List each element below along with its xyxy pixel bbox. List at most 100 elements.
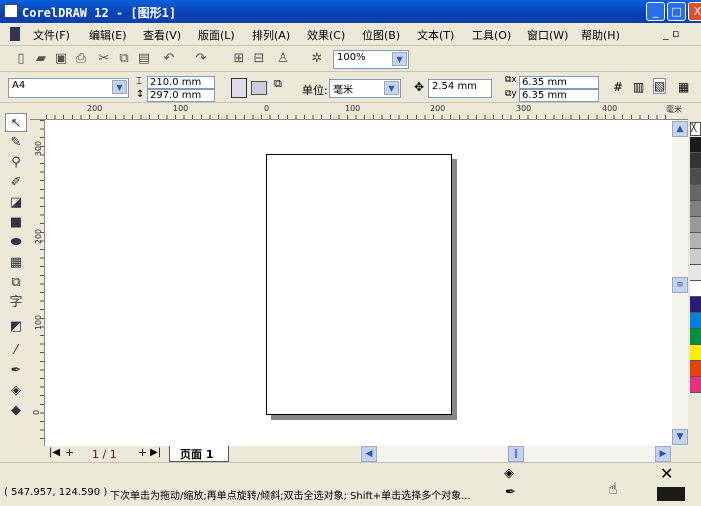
maximize-button[interactable]: □ bbox=[667, 2, 686, 21]
color-swatch[interactable] bbox=[690, 265, 701, 281]
duplicate-x-icon: ⧉x bbox=[505, 75, 517, 85]
fill-indicator-icon: ◈ bbox=[504, 466, 514, 481]
outline-tool-icon[interactable]: ✒ bbox=[5, 361, 27, 380]
menu-bitmaps[interactable]: 位图(B) bbox=[362, 27, 400, 43]
save-icon[interactable]: ▣ bbox=[52, 50, 70, 68]
portrait-button[interactable] bbox=[231, 78, 247, 98]
horizontal-scrollbar[interactable]: ◀ ‖ ▶ bbox=[360, 446, 672, 462]
rectangle-tool-icon[interactable]: ■ bbox=[5, 213, 27, 232]
menu-view[interactable]: 查看(V) bbox=[143, 27, 181, 43]
color-swatch[interactable] bbox=[690, 297, 701, 313]
fill-tool-icon[interactable]: ◈ bbox=[5, 381, 27, 400]
ellipse-tool-icon[interactable]: ⬬ bbox=[5, 233, 27, 252]
doc-minimize-icon[interactable]: _ ▫ bbox=[663, 27, 679, 40]
units-select[interactable]: 毫米 ▼ bbox=[329, 79, 401, 98]
vertical-ruler[interactable]: 300 200 100 0 bbox=[30, 120, 45, 446]
snap-grid-icon[interactable]: # bbox=[613, 80, 623, 94]
copy-icon[interactable]: ⧉ bbox=[115, 50, 133, 68]
scroll-left-button[interactable]: ◀ bbox=[361, 446, 377, 462]
horizontal-scroll-thumb[interactable]: ‖ bbox=[508, 446, 524, 462]
paper-type-select[interactable]: A4 ▼ bbox=[8, 78, 129, 98]
scroll-right-button[interactable]: ▶ bbox=[655, 446, 671, 462]
zoom-tool-icon[interactable]: ⚲ bbox=[5, 153, 27, 172]
menu-file[interactable]: 文件(F) bbox=[33, 27, 70, 43]
page-width-input[interactable]: 210.0 mm bbox=[147, 76, 215, 89]
landscape-button[interactable] bbox=[251, 81, 267, 95]
scroll-down-button[interactable]: ▼ bbox=[672, 429, 688, 445]
undo-icon[interactable]: ↶ bbox=[160, 50, 178, 68]
duplicate-x-input[interactable]: 6.35 mm bbox=[519, 76, 599, 89]
color-swatch[interactable] bbox=[690, 345, 701, 361]
color-swatch[interactable] bbox=[690, 329, 701, 345]
menu-help[interactable]: 帮助(H) bbox=[581, 27, 620, 43]
application-launcher-icon[interactable]: ♙ bbox=[274, 50, 292, 68]
import-icon[interactable]: ⊞ bbox=[230, 50, 248, 68]
menu-tools[interactable]: 工具(O) bbox=[472, 27, 511, 43]
color-swatch[interactable] bbox=[690, 137, 701, 153]
open-icon[interactable]: ▰ bbox=[32, 50, 50, 68]
color-swatch[interactable] bbox=[690, 169, 701, 185]
apply-all-pages-button[interactable]: ⧉ bbox=[274, 77, 292, 99]
horizontal-ruler[interactable]: 200 100 0 100 200 300 400 毫米 bbox=[30, 103, 688, 120]
text-tool-icon[interactable]: 字 bbox=[5, 293, 27, 312]
color-swatch[interactable] bbox=[690, 377, 701, 393]
outline-color-swatch bbox=[657, 487, 685, 501]
add-page-before-button[interactable]: + bbox=[65, 446, 74, 459]
color-swatch[interactable] bbox=[690, 281, 701, 297]
ruler-ticks bbox=[46, 115, 672, 119]
scroll-up-button[interactable]: ▲ bbox=[672, 121, 688, 137]
smart-fill-tool-icon[interactable]: ◪ bbox=[5, 193, 27, 212]
color-swatch[interactable] bbox=[690, 201, 701, 217]
last-page-button[interactable]: ▶| bbox=[150, 447, 161, 458]
color-swatch[interactable] bbox=[690, 185, 701, 201]
toolbox: ↖ ✎ ⚲ ✐ ◪ ■ ⬬ ▦ ⧉ 字 ◩ ⁄ ✒ ◈ ◆ bbox=[3, 110, 29, 425]
menu-layout[interactable]: 版面(L) bbox=[198, 27, 235, 43]
page-tab[interactable]: 页面 1 bbox=[169, 446, 229, 462]
page-height-input[interactable]: 297.0 mm bbox=[147, 89, 215, 102]
ruler-label: 100 bbox=[173, 104, 189, 113]
no-fill-swatch[interactable]: ╳ bbox=[690, 122, 701, 136]
freehand-tool-icon[interactable]: ✐ bbox=[5, 173, 27, 192]
dynamic-guides-icon[interactable]: ▦ bbox=[678, 80, 689, 94]
new-icon[interactable]: ▯ bbox=[12, 50, 30, 68]
corel-online-icon[interactable]: ✲ bbox=[308, 50, 326, 68]
eyedropper-tool-icon[interactable]: ⁄ bbox=[5, 341, 27, 360]
redo-icon[interactable]: ↷ bbox=[192, 50, 210, 68]
add-page-after-button[interactable]: + bbox=[138, 446, 147, 459]
basic-shapes-tool-icon[interactable]: ⧉ bbox=[5, 273, 27, 292]
snap-guidelines-icon[interactable]: ▥ bbox=[633, 80, 644, 94]
menu-edit[interactable]: 编辑(E) bbox=[89, 27, 127, 43]
menu-text[interactable]: 文本(T) bbox=[417, 27, 454, 43]
vertical-scroll-thumb[interactable]: ≡ bbox=[672, 277, 688, 293]
minimize-button[interactable]: _ bbox=[646, 2, 665, 21]
color-swatch[interactable] bbox=[690, 217, 701, 233]
paste-icon[interactable]: ▤ bbox=[135, 50, 153, 68]
duplicate-y-icon: ⧉y bbox=[505, 89, 517, 99]
color-swatch[interactable] bbox=[690, 313, 701, 329]
snap-objects-icon[interactable]: ▧ bbox=[653, 78, 667, 94]
close-button[interactable]: X bbox=[688, 2, 701, 21]
ruler-label: 400 bbox=[602, 104, 618, 113]
print-icon[interactable]: ⎙ bbox=[72, 50, 90, 68]
color-swatch[interactable] bbox=[690, 153, 701, 169]
zoom-level-select[interactable]: 100% ▼ bbox=[333, 50, 409, 69]
first-page-button[interactable]: |◀ bbox=[49, 447, 60, 458]
menu-window[interactable]: 窗口(W) bbox=[527, 27, 568, 43]
shape-tool-icon[interactable]: ✎ bbox=[5, 133, 27, 152]
graph-paper-tool-icon[interactable]: ▦ bbox=[5, 253, 27, 272]
drawing-page[interactable] bbox=[266, 154, 452, 415]
interactive-blend-tool-icon[interactable]: ◩ bbox=[5, 317, 27, 336]
cut-icon[interactable]: ✂ bbox=[95, 50, 113, 68]
menu-effects[interactable]: 效果(C) bbox=[307, 27, 345, 43]
color-swatch[interactable] bbox=[690, 249, 701, 265]
vertical-scrollbar[interactable]: ▲ ≡ ▼ bbox=[672, 120, 688, 446]
page-height-value: 297.0 mm bbox=[150, 90, 202, 101]
pick-tool-icon[interactable]: ↖ bbox=[5, 113, 27, 132]
color-swatch[interactable] bbox=[690, 233, 701, 249]
interactive-fill-tool-icon[interactable]: ◆ bbox=[5, 401, 27, 420]
export-icon[interactable]: ⊟ bbox=[250, 50, 268, 68]
menu-arrange[interactable]: 排列(A) bbox=[252, 27, 290, 43]
color-swatch[interactable] bbox=[690, 361, 701, 377]
nudge-offset-input[interactable]: 2.54 mm bbox=[428, 79, 492, 98]
duplicate-y-input[interactable]: 6.35 mm bbox=[519, 89, 599, 102]
